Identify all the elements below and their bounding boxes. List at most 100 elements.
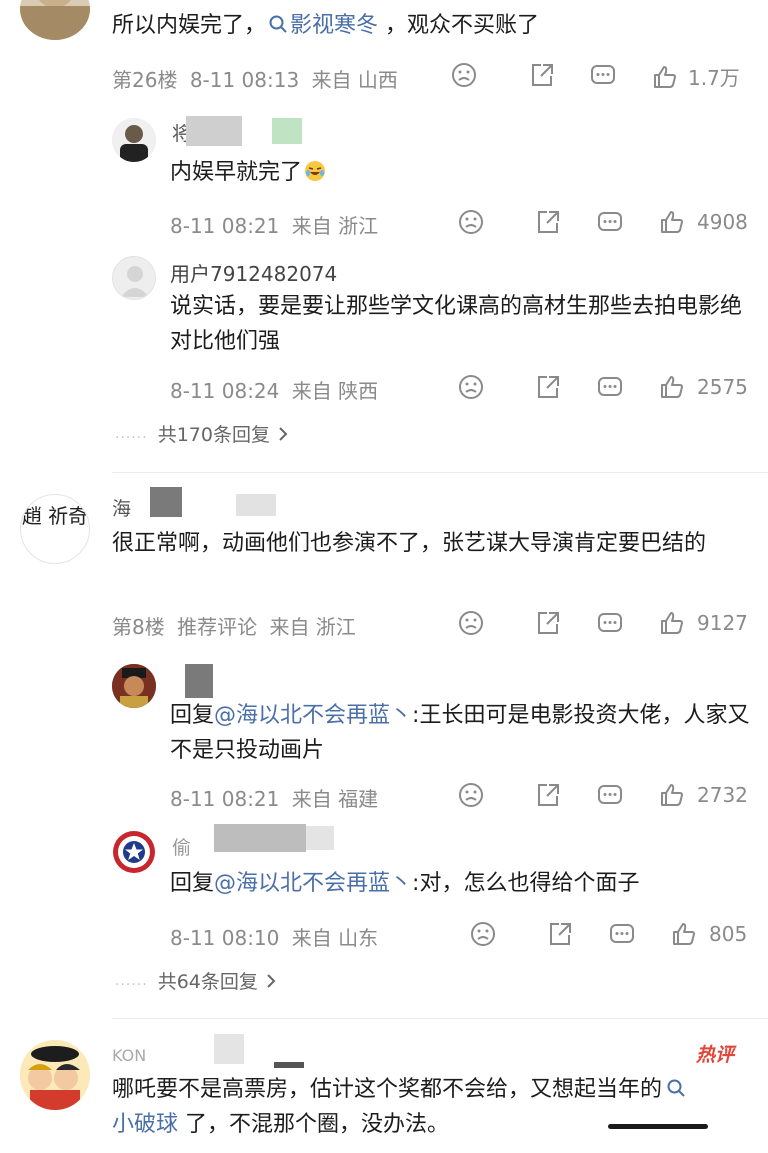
comment-button[interactable] — [597, 782, 623, 808]
like-button[interactable]: 2732 — [659, 782, 748, 808]
frown-face-icon — [459, 611, 483, 635]
like-button[interactable]: 805 — [671, 921, 747, 947]
reply-meta: 8-11 08:10 来自 山东 — [170, 922, 378, 951]
timestamp: 8-11 08:24 — [170, 379, 280, 403]
frown-face-icon — [471, 922, 495, 946]
share-button[interactable] — [535, 374, 561, 400]
timestamp: 8-11 08:21 — [170, 214, 280, 238]
dislike-button[interactable] — [470, 921, 496, 947]
comment-text: 所以内娱完了， 影视寒冬 ，观众不买账了 — [112, 8, 752, 43]
recommend-tag: 推荐评论 — [177, 615, 258, 639]
chevron-right-icon — [279, 426, 288, 441]
location: 来自 浙江 — [269, 615, 356, 639]
share-button[interactable] — [547, 921, 573, 947]
author-name[interactable]: 偷 — [172, 833, 191, 860]
laughing-cry-emoji-icon — [305, 161, 326, 181]
frown-face-icon — [459, 375, 483, 399]
redacted-name — [185, 664, 213, 698]
share-icon — [538, 784, 559, 806]
like-button[interactable]: 4908 — [659, 209, 748, 235]
avatar[interactable] — [112, 118, 156, 162]
avatar[interactable] — [20, 0, 90, 40]
share-button[interactable] — [529, 62, 555, 88]
comment-text-part: ，观众不买账了 — [378, 13, 540, 38]
share-button[interactable] — [535, 782, 561, 808]
floor-label: 第26楼 — [112, 68, 178, 92]
dislike-button[interactable] — [458, 374, 484, 400]
author-name[interactable]: 用户7912482074 — [170, 258, 337, 287]
comment-icon — [610, 924, 634, 943]
timestamp: 8-11 08:21 — [170, 787, 280, 811]
comment-button[interactable] — [597, 374, 623, 400]
comment-button[interactable] — [590, 62, 616, 88]
like-button[interactable]: 2575 — [659, 374, 748, 400]
thumbs-up-icon — [661, 376, 683, 398]
share-icon — [550, 923, 571, 945]
mention-link[interactable]: @海以北不会再蓝丶 — [214, 703, 412, 728]
share-button[interactable] — [535, 610, 561, 636]
redacted-name — [236, 494, 276, 516]
reply-text: 回复@海以北不会再蓝丶:王长田可是电影投资大佬，人家又不是只投动画片 — [170, 703, 750, 763]
reply-meta: 8-11 08:21 来自 浙江 — [170, 210, 378, 239]
dislike-button[interactable] — [458, 209, 484, 235]
comment-meta: 第26楼 8-11 08:13 来自 山西 — [112, 64, 398, 93]
author-name[interactable]: 海 — [112, 494, 131, 521]
dislike-button[interactable] — [458, 610, 484, 636]
topic-link[interactable]: 小破球 — [112, 1112, 178, 1137]
reply-meta: 8-11 08:24 来自 陕西 — [170, 375, 378, 404]
share-icon — [532, 64, 553, 86]
thumbs-up-icon — [654, 65, 676, 88]
dislike-button[interactable] — [451, 62, 477, 88]
like-button[interactable]: 1.7万 — [652, 62, 740, 91]
comment-icon — [598, 613, 622, 632]
avatar[interactable] — [112, 256, 156, 300]
redacted-name — [306, 826, 334, 850]
comment-icon — [598, 377, 622, 396]
avatar[interactable]: 趙 祈奇 — [20, 494, 90, 564]
hot-comment-badge: 热评 — [696, 1044, 735, 1066]
thumbs-up-icon — [661, 211, 683, 233]
search-icon — [269, 15, 287, 33]
frown-face-icon — [452, 63, 476, 87]
like-count: 805 — [709, 922, 748, 946]
comment-button[interactable] — [597, 610, 623, 636]
topic-link[interactable]: 影视寒冬 — [266, 13, 378, 38]
share-button[interactable] — [535, 209, 561, 235]
comment-text: 哪吒要不是高票房，估计这个奖都不会给，又想起当年的 小破球 了，不混那个圈，没办法… — [112, 1072, 752, 1142]
comment-icon — [598, 785, 622, 804]
frown-face-icon — [459, 210, 483, 234]
share-icon — [538, 211, 559, 233]
mention-link[interactable]: @海以北不会再蓝丶 — [214, 871, 412, 896]
thumbs-up-icon — [673, 923, 695, 945]
more-replies-link[interactable]: ...... 共170条回复 — [115, 420, 290, 447]
dislike-button[interactable] — [458, 782, 484, 808]
avatar[interactable] — [112, 664, 156, 708]
like-count: 1.7万 — [688, 66, 740, 90]
floor-label: 第8楼 — [112, 615, 165, 639]
avatar[interactable] — [20, 1040, 90, 1110]
location: 来自 陕西 — [291, 379, 379, 403]
reply-meta: 8-11 08:21 来自 福建 — [170, 783, 378, 812]
reply-text: 内娱早就完了 — [170, 155, 326, 190]
avatar[interactable] — [112, 830, 156, 874]
like-button[interactable]: 9127 — [659, 610, 748, 636]
comment-button[interactable] — [597, 209, 623, 235]
redacted-name — [214, 1034, 244, 1064]
location: 来自 山东 — [291, 926, 379, 950]
comment-button[interactable] — [609, 921, 635, 947]
redacted-name — [150, 487, 182, 517]
comment-text: 很正常啊，动画他们也参演不了，张艺谋大导演肯定要巴结的 — [112, 531, 707, 556]
more-replies-link[interactable]: ...... 共64条回复 — [115, 967, 278, 994]
location: 来自 浙江 — [291, 214, 379, 238]
author-name[interactable]: KON — [112, 1046, 146, 1065]
reply-text: 回复@海以北不会再蓝丶:对，怎么也得给个面子 — [170, 871, 640, 896]
chevron-right-icon — [267, 973, 276, 988]
dots-decoration: ...... — [115, 972, 148, 989]
divider — [112, 1018, 768, 1019]
search-icon — [667, 1079, 685, 1097]
reply-text: 说实话，要是要让那些学文化课高的高材生那些去拍电影绝对比他们强 — [170, 294, 743, 354]
comment-text-part: 所以内娱完了， — [112, 13, 267, 38]
like-count: 2732 — [697, 783, 748, 807]
thumbs-up-icon — [661, 612, 683, 634]
like-count: 4908 — [697, 210, 748, 234]
